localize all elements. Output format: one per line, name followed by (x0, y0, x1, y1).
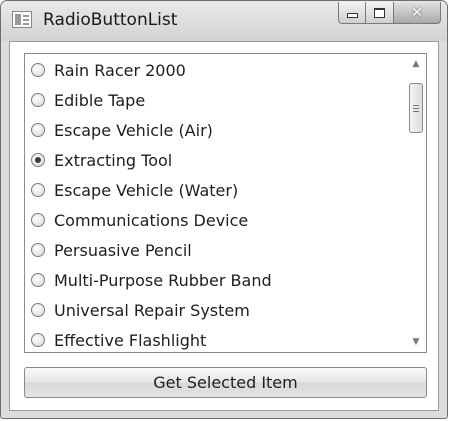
scroll-down-button[interactable]: ▼ (406, 333, 426, 351)
window-title: RadioButtonList (43, 10, 178, 30)
caption-buttons: ✕ (338, 2, 441, 24)
list-item-label: Edible Tape (54, 90, 146, 110)
maximize-icon (374, 7, 385, 18)
radio-button[interactable] (31, 63, 45, 77)
list-item[interactable]: Persuasive Pencil (31, 236, 192, 264)
list-item[interactable]: Escape Vehicle (Water) (31, 176, 238, 204)
radio-button[interactable] (31, 303, 45, 317)
grip-line (413, 104, 419, 106)
chevron-down-icon: ▼ (412, 337, 420, 347)
list-item[interactable]: Rain Racer 2000 (31, 56, 186, 84)
radio-button-selected[interactable] (31, 153, 45, 167)
main-window: RadioButtonList ✕ Rain Racer 2000 Edible… (0, 0, 448, 419)
chevron-up-icon: ▲ (412, 59, 420, 69)
scrollbar-thumb[interactable] (409, 83, 423, 133)
list-item-label: Universal Repair System (54, 300, 250, 320)
list-item-label: Effective Flashlight (54, 330, 207, 350)
radio-button[interactable] (31, 183, 45, 197)
minimize-icon (346, 13, 358, 18)
radio-button[interactable] (31, 123, 45, 137)
close-button[interactable]: ✕ (394, 2, 441, 24)
radio-button-list[interactable]: Rain Racer 2000 Edible Tape Escape Vehic… (24, 53, 427, 353)
radio-button[interactable] (31, 273, 45, 287)
scroll-up-button[interactable]: ▲ (406, 55, 426, 73)
list-item[interactable]: Extracting Tool (31, 146, 172, 174)
list-item[interactable]: Escape Vehicle (Air) (31, 116, 213, 144)
list-item[interactable]: Multi-Purpose Rubber Band (31, 266, 272, 294)
window-app-icon[interactable] (12, 11, 32, 28)
close-icon: ✕ (411, 4, 423, 21)
grip-line (413, 110, 419, 112)
maximize-button[interactable] (366, 2, 394, 24)
get-selected-item-button[interactable]: Get Selected Item (24, 367, 427, 398)
list-item[interactable]: Universal Repair System (31, 296, 250, 324)
list-item-label: Escape Vehicle (Air) (54, 120, 213, 140)
grip-line (413, 107, 419, 109)
list-item[interactable]: Effective Flashlight (31, 326, 207, 352)
list-item-label: Communications Device (54, 210, 249, 230)
vertical-scrollbar[interactable]: ▲ ▼ (406, 54, 426, 352)
radio-button[interactable] (31, 243, 45, 257)
list-item[interactable]: Communications Device (31, 206, 248, 234)
radio-button[interactable] (31, 93, 45, 107)
minimize-button[interactable] (338, 2, 366, 24)
client-area: Rain Racer 2000 Edible Tape Escape Vehic… (9, 41, 439, 411)
list-item[interactable]: Edible Tape (31, 86, 145, 114)
radio-button[interactable] (31, 333, 45, 347)
list-item-label: Multi-Purpose Rubber Band (54, 270, 272, 290)
list-item-label: Rain Racer 2000 (54, 60, 186, 80)
list-item-label: Extracting Tool (54, 150, 173, 170)
title-bar[interactable]: RadioButtonList ✕ (1, 1, 447, 41)
list-item-label: Escape Vehicle (Water) (54, 180, 239, 200)
radio-button[interactable] (31, 213, 45, 227)
list-item-label: Persuasive Pencil (54, 240, 192, 260)
